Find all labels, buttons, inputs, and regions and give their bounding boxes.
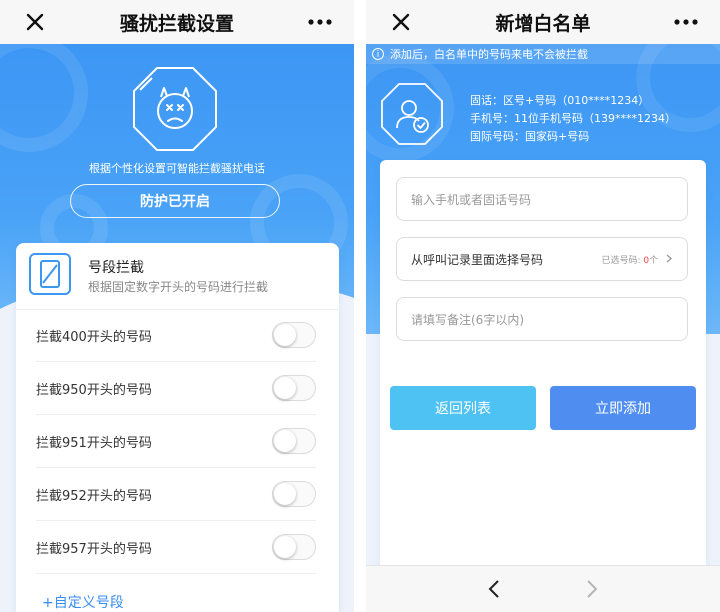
segment-intercept-card: 号段拦截 根据固定数字开头的号码进行拦截 拦截400开头的号码 拦截950开头的… (16, 243, 339, 612)
page-title: 新增白名单 (495, 12, 591, 35)
info-text: 添加后，白名单中的号码来电不会被拦截 (390, 48, 588, 61)
back-to-list-button[interactable]: 返回列表 (390, 386, 536, 430)
info-notice: i 添加后，白名单中的号码来电不会被拦截 (366, 44, 720, 64)
format-mobile: 手机号：11位手机号码（139****1234） (470, 112, 676, 125)
back-arrow-icon[interactable] (484, 578, 506, 600)
toggle-knob (274, 483, 296, 505)
rule-label: 拦截952开头的号码 (36, 488, 152, 504)
card-title: 号段拦截 (88, 260, 144, 276)
add-now-button[interactable]: 立即添加 (550, 386, 696, 430)
rule-row-952: 拦截952开头的号码 (36, 468, 316, 521)
format-landline: 固话：区号+号码（010****1234） (470, 94, 650, 107)
forward-arrow-icon[interactable] (580, 578, 602, 600)
selected-suffix: 个 (649, 255, 659, 266)
toggle-knob (274, 536, 296, 558)
format-international: 国际号码：国家码+号码 (470, 130, 590, 143)
close-icon[interactable] (22, 9, 48, 35)
rule-row-951: 拦截951开头的号码 (36, 415, 316, 468)
protection-subtitle: 根据个性化设置可智能拦截骚扰电话 (89, 162, 265, 175)
chevron-right-icon (666, 254, 672, 262)
toggle-switch[interactable] (272, 428, 316, 454)
close-icon[interactable] (388, 9, 414, 35)
selected-prefix: 已选号码: (601, 255, 641, 266)
whitelist-form: 输入手机或者固话号码 从呼叫记录里面选择号码 已选号码: 0个 请填写备注(6字… (380, 160, 706, 612)
decor-ring (0, 34, 88, 152)
intercept-settings-screen: 骚扰拦截设置 根据个性化设置可智能拦截骚扰电话 防护已开启 号段拦截 根据固定数… (0, 0, 354, 612)
rule-label: 拦截957开头的号码 (36, 541, 152, 557)
selected-count-info: 已选号码: 0个 (601, 253, 673, 266)
page-title: 骚扰拦截设置 (119, 12, 234, 35)
nav-bar: 新增白名单 (366, 0, 720, 44)
rule-row-400: 拦截400开头的号码 (36, 309, 316, 362)
add-whitelist-screen: 新增白名单 i 添加后，白名单中的号码来电不会被拦截 固话：区号+号码（010*… (366, 0, 720, 612)
rule-label: 拦截951开头的号码 (36, 435, 152, 451)
rule-row-957: 拦截957开头的号码 (36, 521, 316, 574)
toggle-knob (274, 430, 296, 452)
toggle-knob (274, 377, 296, 399)
card-header: 号段拦截 根据固定数字开头的号码进行拦截 (16, 243, 339, 310)
toggle-switch[interactable] (272, 375, 316, 401)
toggle-switch[interactable] (272, 534, 316, 560)
toggle-knob (274, 324, 296, 346)
add-custom-segment-link[interactable]: +自定义号段 (42, 592, 124, 612)
user-check-shield-icon (381, 83, 443, 145)
note-input[interactable]: 请填写备注(6字以内) (396, 297, 688, 341)
protection-status-button[interactable]: 防护已开启 (70, 184, 280, 218)
toggle-switch[interactable] (272, 481, 316, 507)
phone-input[interactable]: 输入手机或者固话号码 (396, 177, 688, 221)
angry-face-shield-icon (133, 67, 217, 151)
more-icon[interactable] (672, 10, 700, 34)
toggle-switch[interactable] (272, 322, 316, 348)
rule-row-950: 拦截950开头的号码 (36, 362, 316, 415)
call-log-select[interactable]: 从呼叫记录里面选择号码 已选号码: 0个 (396, 237, 688, 281)
card-description: 根据固定数字开头的号码进行拦截 (88, 280, 269, 294)
phone-segment-icon (29, 253, 71, 295)
info-icon: i (372, 48, 384, 60)
browser-bottom-bar (366, 565, 720, 612)
rule-label: 拦截950开头的号码 (36, 382, 152, 398)
nav-bar: 骚扰拦截设置 (0, 0, 354, 44)
call-log-select-label: 从呼叫记录里面选择号码 (411, 252, 544, 267)
more-icon[interactable] (306, 10, 334, 34)
rule-label: 拦截400开头的号码 (36, 329, 152, 345)
